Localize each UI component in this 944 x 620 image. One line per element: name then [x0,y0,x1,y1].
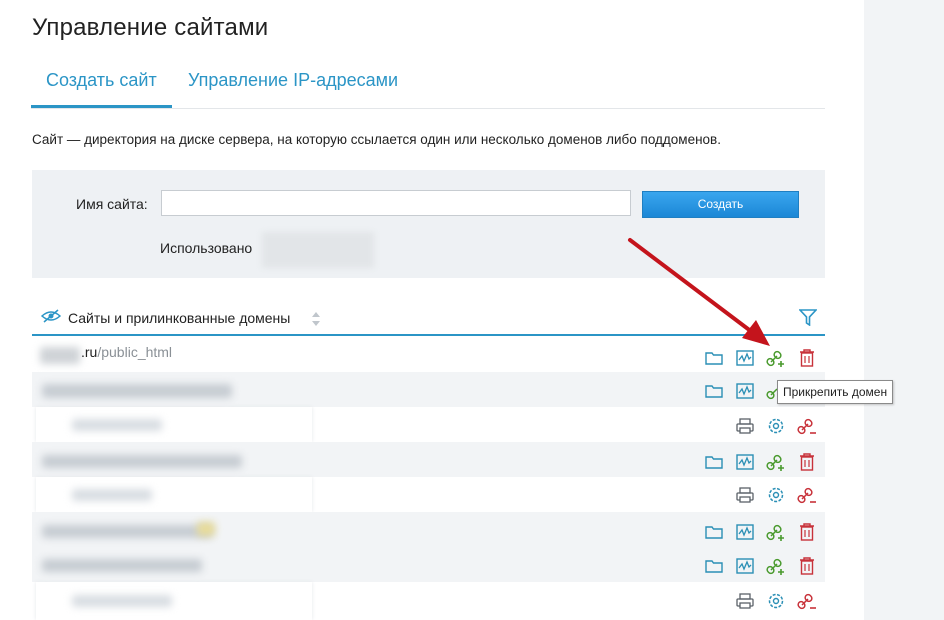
folder-icon[interactable] [704,348,724,368]
trash-icon[interactable] [797,522,817,542]
trash-icon[interactable] [797,452,817,472]
link-add-icon[interactable] [766,556,786,576]
folder-icon[interactable] [704,452,724,472]
table-row[interactable] [32,372,825,407]
table-row[interactable] [32,407,825,442]
eye-hide-icon[interactable] [40,308,62,324]
right-side-panel [864,0,944,620]
create-button[interactable]: Создать [642,191,799,218]
description-text: Сайт — директория на диске сервера, на к… [32,132,721,147]
printer-icon[interactable] [735,591,755,611]
table-row[interactable]: .ru/public_html [32,334,825,372]
unlink-icon[interactable] [797,591,817,611]
domain-redacted [42,559,202,572]
table-row[interactable] [32,547,825,582]
site-path: /public_html [97,344,173,360]
trash-icon[interactable] [797,348,817,368]
table-row[interactable] [32,442,825,477]
domain-suffix: .ru [81,344,98,360]
printer-icon[interactable] [735,485,755,505]
tab-manage-ip[interactable]: Управление IP-адресами [188,70,398,91]
stats-icon[interactable] [735,556,755,576]
sites-table-header: Сайты и прилинкованные домены [32,302,825,334]
domain-redacted [42,525,212,538]
used-value-redacted [262,232,374,268]
used-label: Использовано [160,240,253,256]
unlink-icon[interactable] [797,485,817,505]
unlink-icon[interactable] [797,416,817,436]
page-title: Управление сайтами [32,14,269,41]
gear-icon[interactable] [766,485,786,505]
link-add-icon[interactable] [766,522,786,542]
table-row[interactable] [32,477,825,512]
link-add-icon[interactable] [766,348,786,368]
link-add-icon[interactable] [766,452,786,472]
stats-icon[interactable] [735,522,755,542]
site-name-label: Имя сайта: [76,196,148,212]
attach-domain-tooltip: Прикрепить домен [777,380,894,404]
create-site-form: Имя сайта: Создать Использовано [32,170,825,278]
stats-icon[interactable] [735,348,755,368]
domain-redacted [42,384,232,398]
stats-icon[interactable] [735,452,755,472]
folder-icon[interactable] [704,381,724,401]
filter-icon[interactable] [799,308,817,326]
table-row[interactable] [32,512,825,547]
gear-icon[interactable] [766,591,786,611]
domain-redacted [72,419,162,431]
active-tab-indicator [31,105,172,108]
domain-redacted [72,489,152,501]
domain-redacted [42,455,242,468]
tab-create-site[interactable]: Создать сайт [46,70,157,91]
sort-icon[interactable] [311,311,321,327]
folder-icon[interactable] [704,556,724,576]
table-row[interactable] [32,582,825,620]
gear-icon[interactable] [766,416,786,436]
folder-icon[interactable] [704,522,724,542]
domain-redacted [72,595,172,607]
domain-redacted [40,347,80,364]
trash-icon[interactable] [797,556,817,576]
stats-icon[interactable] [735,381,755,401]
printer-icon[interactable] [735,416,755,436]
tab-bar: Создать сайт Управление IP-адресами [31,58,825,109]
site-name-input[interactable] [161,190,631,216]
sites-column-title: Сайты и прилинкованные домены [68,310,291,326]
